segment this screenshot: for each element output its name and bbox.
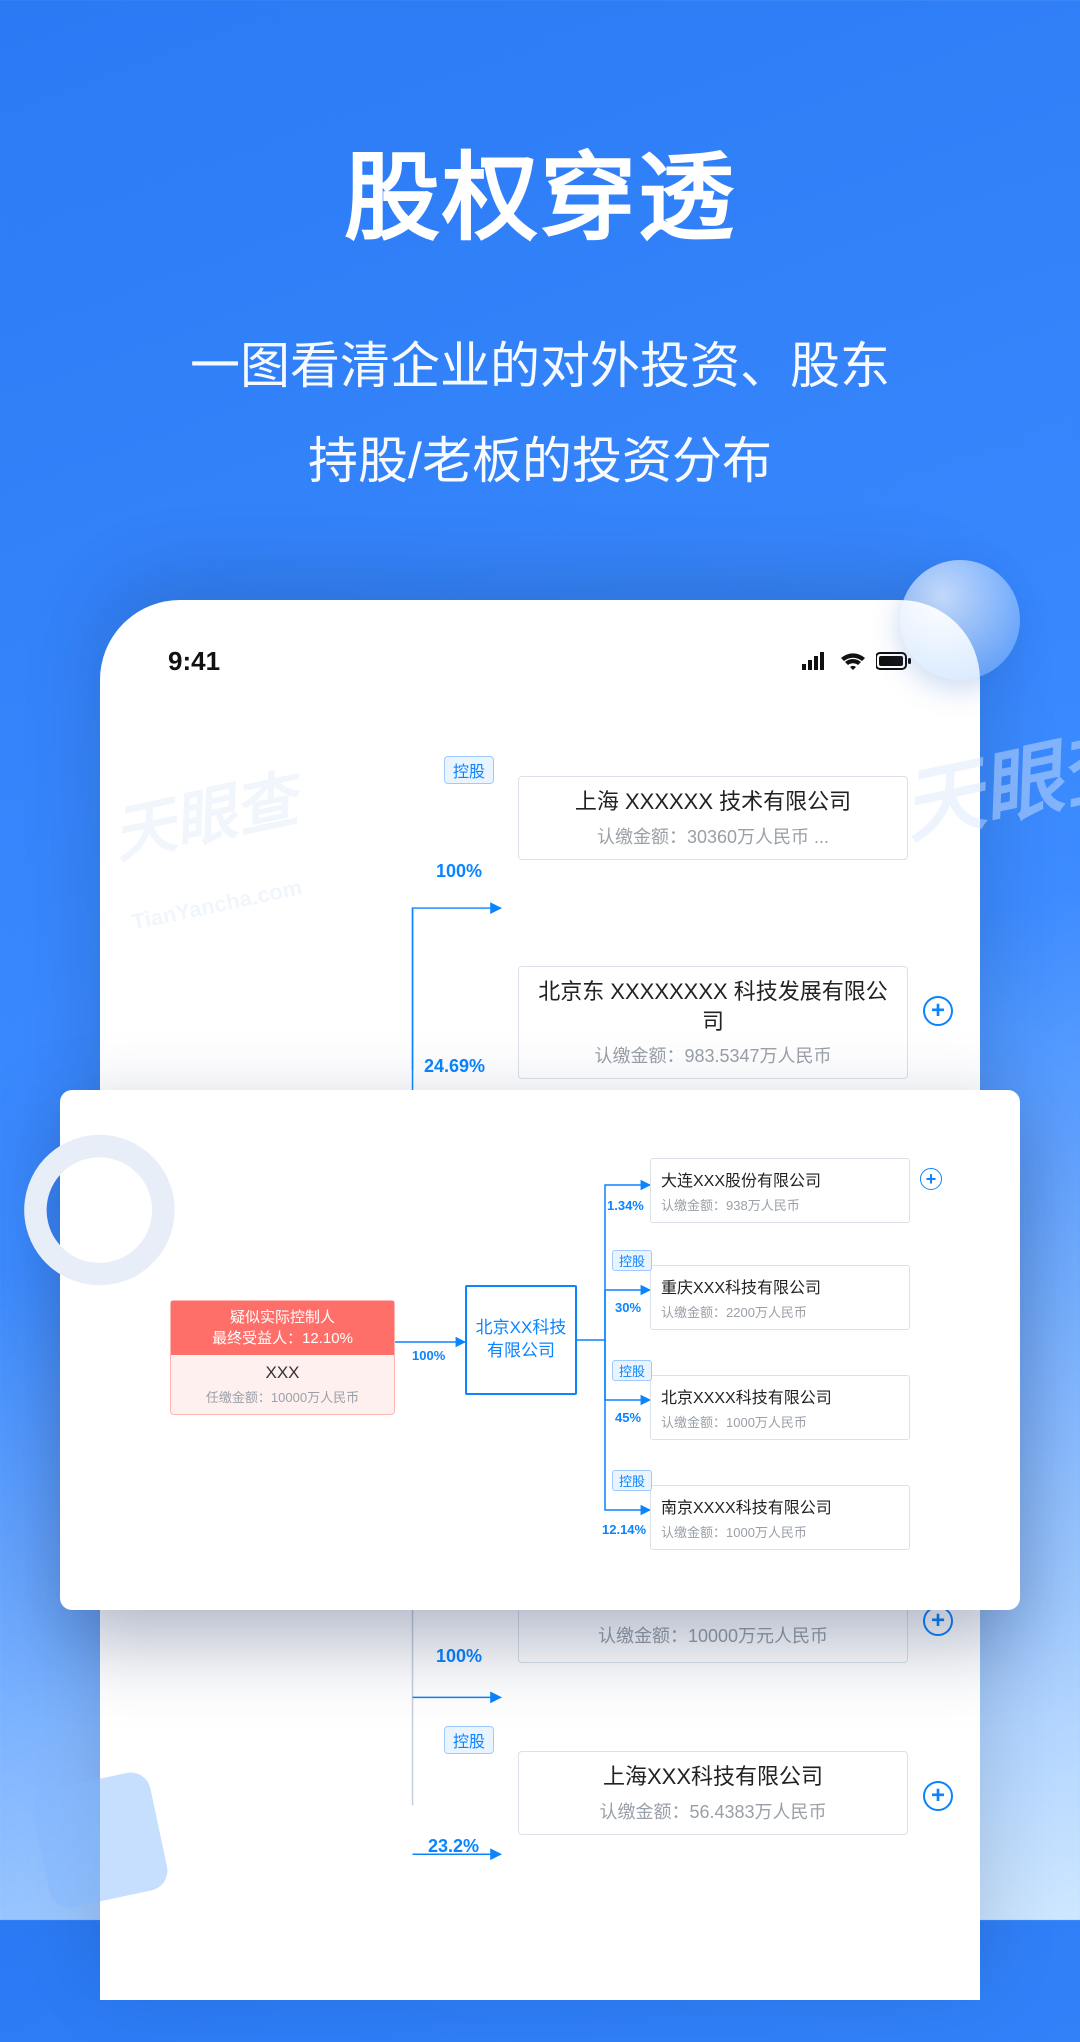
decorative-circle [900, 560, 1020, 680]
subscribed-amount: 认缴金额：1000万人民币 [661, 1412, 899, 1431]
holding-tag: 控股 [612, 1470, 652, 1491]
subscribed-amount: 认缴金额：983.5347万人民币 [531, 1042, 895, 1068]
company-node[interactable]: 南京XXXX科技有限公司 认缴金额：1000万人民币 [650, 1485, 910, 1550]
expand-icon[interactable]: + [920, 1168, 942, 1190]
company-node[interactable]: 大连XXX股份有限公司 认缴金额：938万人民币 [650, 1158, 910, 1223]
company-name: 南京XXXX科技有限公司 [661, 1494, 899, 1518]
company-node[interactable]: 上海 XXXXXX 技术有限公司 认缴金额：30360万人民币 ... [518, 776, 908, 860]
equity-detail-card: 疑似实际控制人 最终受益人：12.10% XXX 任缴金额：10000万人民币 … [60, 1090, 1020, 1610]
center-company-node[interactable]: 北京XX科技有限公司 [465, 1285, 577, 1395]
subscribed-amount: 认缴金额：938万人民币 [661, 1195, 899, 1214]
share-percent: 24.69% [424, 1056, 485, 1077]
hero: 股权穿透 一图看清企业的对外投资、股东 持股/老板的投资分布 [0, 0, 1080, 509]
share-percent: 100% [412, 1348, 445, 1363]
holding-tag: 控股 [444, 1726, 494, 1754]
holding-tag: 控股 [612, 1250, 652, 1271]
company-node[interactable]: 上海XXX科技有限公司 认缴金额：56.4383万人民币 [518, 1751, 908, 1835]
controller-badge: 疑似实际控制人 [175, 1307, 390, 1328]
watermark [2, 1113, 197, 1312]
battery-icon [876, 646, 912, 677]
beneficiary-badge: 最终受益人：12.10% [175, 1328, 390, 1349]
share-percent: 100% [436, 1646, 482, 1667]
share-percent: 12.14% [602, 1522, 646, 1537]
company-name: 上海XXX科技有限公司 [531, 1762, 895, 1792]
expand-icon[interactable]: + [923, 1606, 953, 1636]
page-title: 股权穿透 [0, 120, 1080, 259]
cellular-icon [802, 646, 830, 677]
status-time: 9:41 [168, 646, 220, 677]
person-name: XXX [175, 1363, 390, 1383]
share-percent: 1.34% [607, 1198, 644, 1213]
company-node[interactable]: 认缴金额：10000万元人民币 [518, 1601, 908, 1663]
page-subtitle: 一图看清企业的对外投资、股东 [0, 319, 1080, 414]
share-percent: 100% [436, 861, 482, 882]
company-node[interactable]: 北京东 XXXXXXXX 科技发展有限公司 认缴金额：983.5347万人民币 [518, 966, 908, 1079]
expand-icon[interactable]: + [923, 1781, 953, 1811]
subscribed-amount: 认缴金额：1000万人民币 [661, 1522, 899, 1541]
share-percent: 23.2% [428, 1836, 479, 1857]
company-name: 重庆XXX科技有限公司 [661, 1274, 899, 1298]
company-name: 上海 XXXXXX 技术有限公司 [531, 787, 895, 817]
subscribed-amount: 任缴金额：10000万人民币 [175, 1387, 390, 1406]
root-node[interactable]: 疑似实际控制人 最终受益人：12.10% XXX 任缴金额：10000万人民币 [170, 1300, 395, 1415]
company-node[interactable]: 北京XXXX科技有限公司 认缴金额：1000万人民币 [650, 1375, 910, 1440]
company-name: 大连XXX股份有限公司 [661, 1167, 899, 1191]
phone-notch [410, 608, 670, 648]
wifi-icon [840, 646, 866, 677]
page-subtitle: 持股/老板的投资分布 [0, 414, 1080, 509]
company-name: 北京东 XXXXXXXX 科技发展有限公司 [531, 977, 895, 1036]
share-percent: 30% [615, 1300, 641, 1315]
company-node[interactable]: 重庆XXX科技有限公司 认缴金额：2200万人民币 [650, 1265, 910, 1330]
holding-tag: 控股 [612, 1360, 652, 1381]
subscribed-amount: 认缴金额：2200万人民币 [661, 1302, 899, 1321]
subscribed-amount: 认缴金额：10000万元人民币 [531, 1622, 895, 1648]
watermark: 天眼查 TianYancha.com [103, 748, 318, 944]
decorative-square [29, 1769, 171, 1911]
subscribed-amount: 认缴金额：30360万人民币 ... [531, 823, 895, 849]
share-percent: 45% [615, 1410, 641, 1425]
subscribed-amount: 认缴金额：56.4383万人民币 [531, 1798, 895, 1824]
holding-tag: 控股 [444, 756, 494, 784]
expand-icon[interactable]: + [923, 996, 953, 1026]
company-name: 北京XXXX科技有限公司 [661, 1384, 899, 1408]
